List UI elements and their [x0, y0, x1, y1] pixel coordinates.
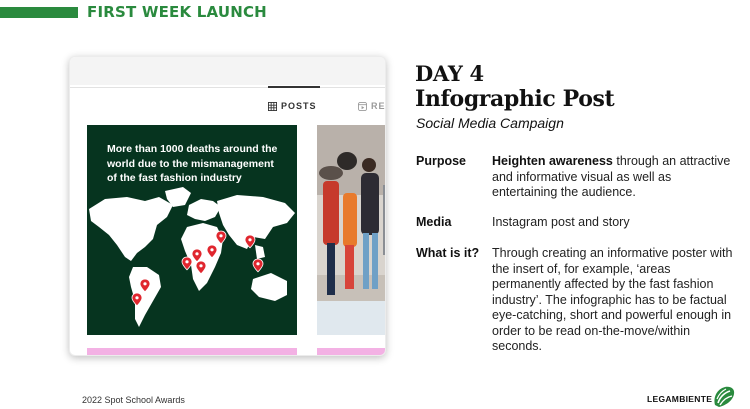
tab-reels[interactable]: REE — [358, 101, 386, 111]
header-accent-bar — [0, 7, 78, 18]
active-tab-indicator — [268, 86, 320, 88]
slide-subtitle: Social Media Campaign — [416, 115, 564, 131]
tab-posts[interactable]: POSTS — [268, 101, 317, 111]
purpose-label: Purpose — [416, 154, 467, 168]
next-post-preview-2[interactable] — [317, 348, 385, 355]
footer-credit: 2022 Spot School Awards — [82, 395, 185, 405]
day-title: DAY 4 — [415, 61, 484, 86]
what-is-it-text: Through creating an informative poster w… — [492, 246, 733, 353]
protest-photo-illustration — [317, 125, 385, 335]
legambiente-logo-icon — [714, 386, 735, 407]
purpose-text: Heighten awareness through an attractive… — [492, 154, 740, 201]
header-title: FIRST WEEK LAUNCH — [87, 3, 267, 21]
tab-reels-label: REE — [371, 101, 386, 111]
what-is-it-label: What is it? — [416, 246, 480, 260]
instagram-profile-mockup: POSTS REE More than 1000 deaths around t… — [69, 56, 386, 356]
photo-post-preview[interactable] — [317, 125, 385, 335]
reels-icon — [358, 101, 367, 111]
tab-posts-label: POSTS — [281, 101, 317, 111]
brand-name: LEGAMBIENTE — [647, 394, 713, 404]
world-map-illustration — [89, 187, 295, 327]
media-text: Instagram post and story — [492, 215, 630, 229]
slide-title: Infographic Post — [415, 86, 615, 112]
media-label: Media — [416, 215, 452, 229]
tabs-divider — [70, 87, 385, 88]
next-post-preview[interactable] — [87, 348, 297, 355]
grid-icon — [268, 101, 277, 111]
infographic-post[interactable]: More than 1000 deaths around the world d… — [87, 125, 297, 335]
purpose-highlight: Heighten awareness — [492, 154, 613, 168]
profile-header-area — [70, 57, 385, 85]
post-headline: More than 1000 deaths around the world d… — [107, 143, 278, 184]
